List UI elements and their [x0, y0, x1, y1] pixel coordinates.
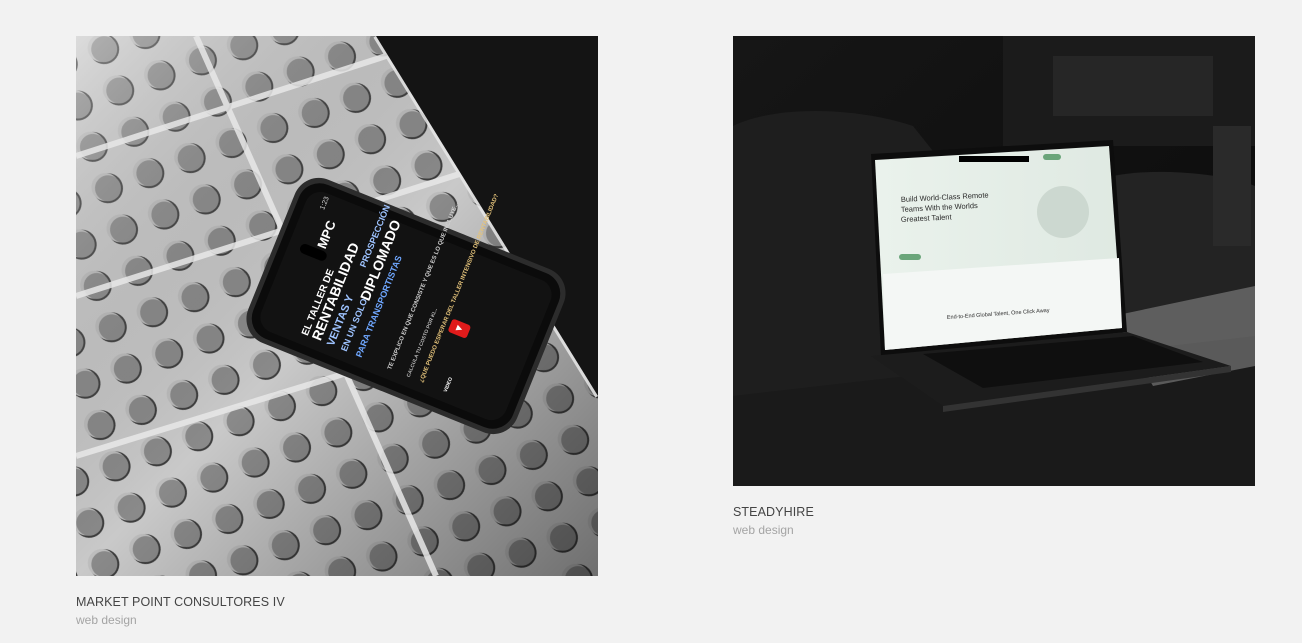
project-title[interactable]: MARKET POINT CONSULTORES IV [76, 595, 285, 609]
project-card-steadyhire[interactable]: Build World-Class Remote Teams With the … [733, 36, 1255, 486]
project-thumbnail-laptop-mockup[interactable]: Build World-Class Remote Teams With the … [733, 36, 1255, 486]
project-title[interactable]: STEADYHIRE [733, 505, 814, 519]
project-thumbnail-phone-mockup[interactable]: 1:23 MPC EL TALLER DE RENTABILIDAD VENTA… [76, 36, 598, 576]
project-card-market-point[interactable]: 1:23 MPC EL TALLER DE RENTABILIDAD VENTA… [76, 36, 598, 576]
project-category: web design [76, 613, 137, 627]
project-category: web design [733, 523, 794, 537]
